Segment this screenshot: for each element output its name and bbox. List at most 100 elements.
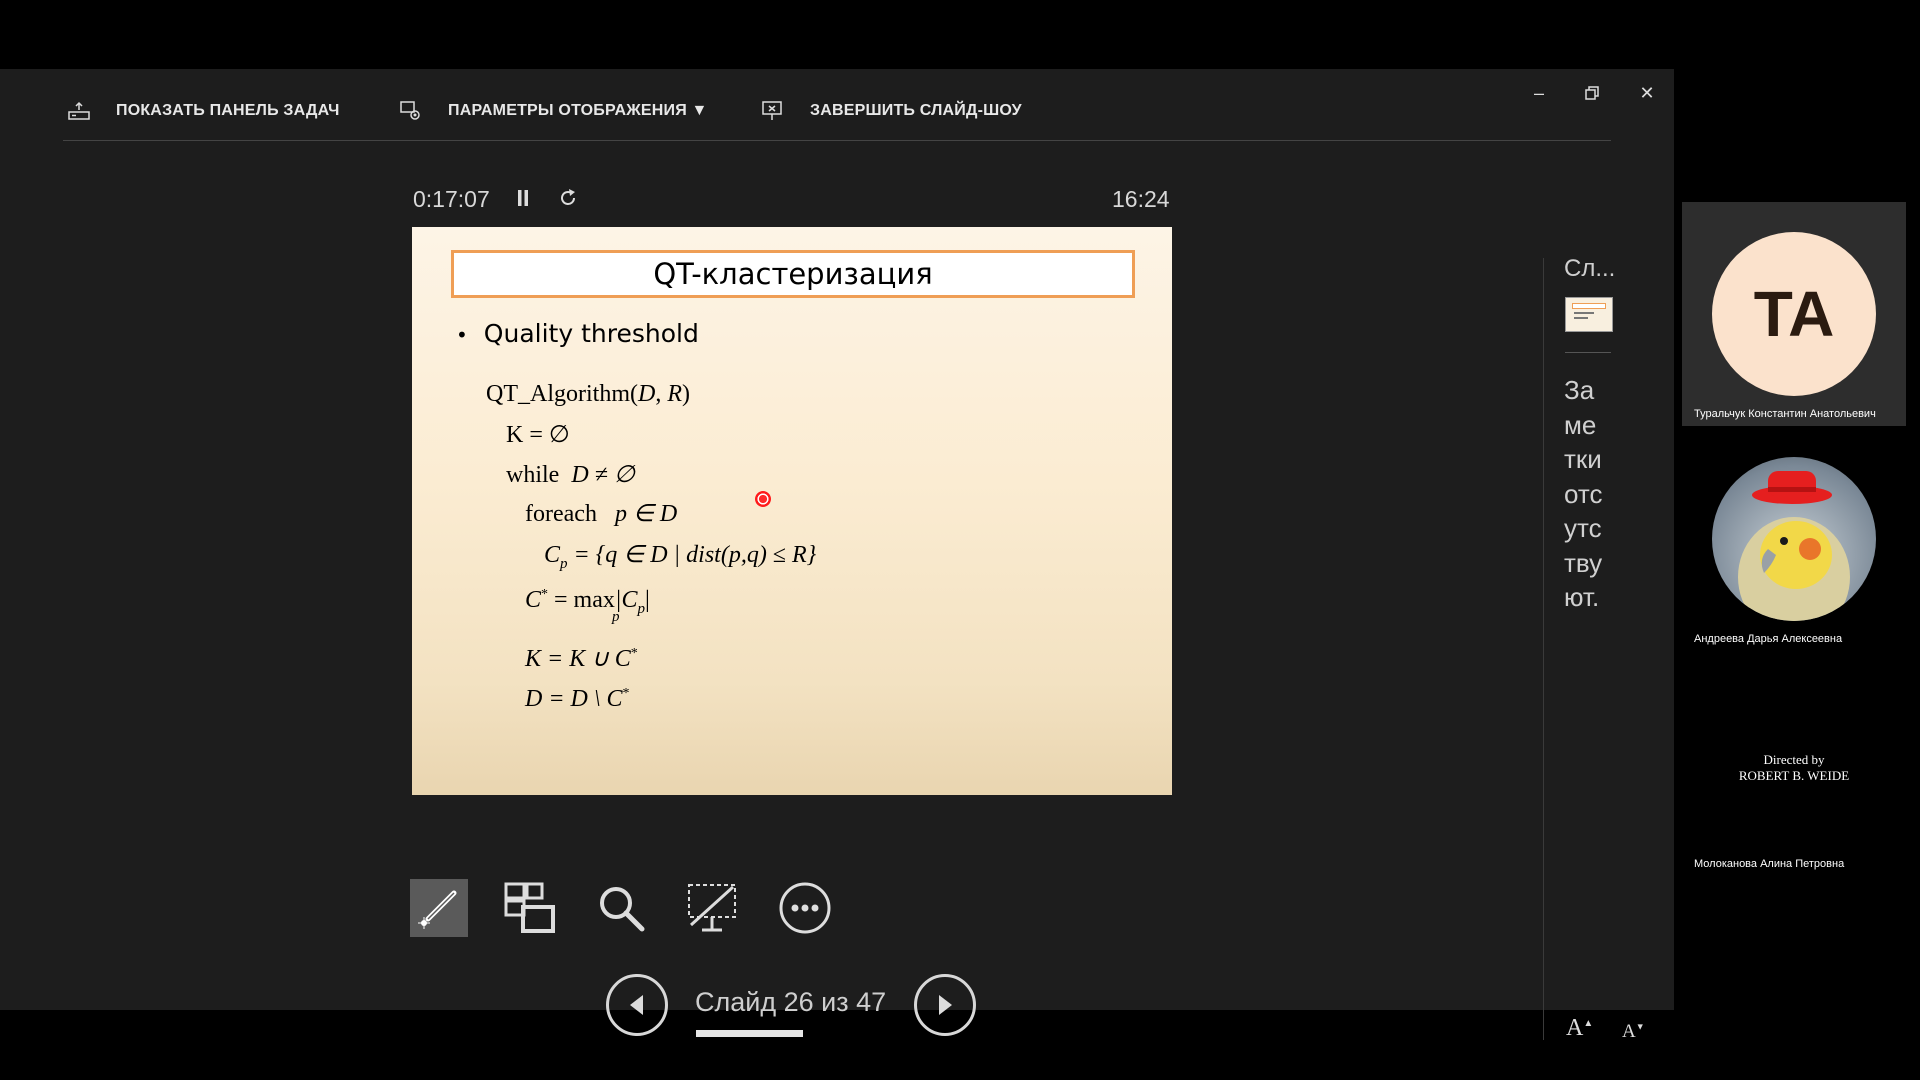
cstar-superscript: * — [541, 587, 549, 602]
see-all-slides-button[interactable] — [501, 879, 559, 937]
foreach-condition: p ∈ D — [614, 501, 678, 527]
panel-divider — [1543, 258, 1544, 1040]
current-slide: QT-кластеризация • Quality threshold QT_A… — [412, 227, 1172, 795]
participant-name: Андреева Дарья Алексеевна — [1694, 633, 1843, 645]
close-button[interactable]: ✕ — [1633, 81, 1661, 105]
max-subscript: p — [612, 609, 620, 625]
end-slideshow-button[interactable]: ЗАВЕРШИТЬ СЛАЙД-ШОУ — [762, 99, 1022, 123]
algo-param-r: R — [667, 381, 682, 407]
more-options-button[interactable] — [776, 879, 834, 937]
show-taskbar-button[interactable]: ПОКАЗАТЬ ПАНЕЛЬ ЗАДАЧ — [68, 99, 340, 123]
font-increase-icon: A▲ — [1566, 1015, 1594, 1041]
blackout-icon — [688, 884, 736, 932]
toolbar-divider — [63, 140, 1611, 141]
thumbnail-line — [1574, 317, 1588, 319]
restore-icon — [1585, 86, 1599, 100]
bullet-dot: • — [456, 323, 468, 347]
black-screen-button[interactable] — [683, 879, 741, 937]
k-union: K = K ∪ C — [525, 646, 631, 672]
pause-icon — [518, 190, 528, 206]
display-settings-label: ПАРАМЕТРЫ ОТОБРАЖЕНИЯ ▼ — [448, 102, 708, 119]
slide-counter: Слайд 26 из 47 — [695, 987, 887, 1017]
cp-definition: = {q ∈ D | dist(p,q) ≤ R} — [573, 542, 817, 568]
algo-paren: ) — [682, 381, 690, 407]
participant-tile-1[interactable]: TA Туральчук Константин Анатольевич — [1682, 202, 1906, 426]
speaker-notes: Заметки отсутствуют. — [1564, 375, 1603, 612]
show-taskbar-label: ПОКАЗАТЬ ПАНЕЛЬ ЗАДАЧ — [116, 102, 340, 119]
notes-divider — [1565, 352, 1611, 353]
algo-line-4: foreach p ∈ D — [525, 499, 677, 528]
end-slideshow-label: ЗАВЕРШИТЬ СЛАЙД-ШОУ — [810, 102, 1022, 119]
cp-symbol: C — [544, 542, 561, 568]
participant-tile-3[interactable]: Directed by ROBERT B. WEIDE Молоканова А… — [1682, 692, 1906, 916]
algo-line-1: QT_Algorithm(D, R) — [486, 381, 690, 408]
algo-param-d: D — [637, 381, 656, 407]
pen-icon — [418, 890, 457, 929]
thumbnail-line — [1574, 312, 1594, 314]
cp-subscript: p — [560, 555, 568, 572]
algo-comma: , — [655, 381, 668, 407]
increase-font-button[interactable]: A▲ — [1566, 1015, 1593, 1042]
minimize-button[interactable]: – — [1525, 81, 1553, 105]
font-decrease-icon: A▼ — [1622, 1021, 1645, 1042]
cstar-symbol: C — [525, 587, 542, 613]
thumbnail-title-bar — [1572, 303, 1606, 309]
avatar: TA — [1712, 232, 1876, 396]
while-keyword: while — [506, 462, 560, 488]
slide-progress-fill — [696, 1030, 804, 1037]
pause-timer-button[interactable] — [516, 189, 530, 212]
parrot-with-hat-picture — [1738, 471, 1850, 621]
all-slides-icon — [504, 882, 555, 933]
restart-icon — [561, 189, 575, 205]
participant-tile-2[interactable]: Андреева Дарья Алексеевна — [1682, 447, 1906, 671]
laser-pointer — [755, 491, 771, 507]
clock: 16:24 — [1112, 186, 1170, 212]
elapsed-timer: 0:17:07 — [413, 186, 490, 212]
algo-line-3: while D ≠ ∅ — [506, 460, 635, 489]
restore-button[interactable] — [1578, 81, 1606, 105]
max-operator: = max p — [554, 587, 620, 625]
abs-cp-subscript: p — [637, 600, 645, 617]
slide-bullet: • Quality threshold — [456, 319, 699, 348]
slide-title: QT-кластеризация — [451, 250, 1135, 298]
next-slide-thumbnail[interactable] — [1565, 297, 1613, 332]
more-icon — [779, 882, 831, 934]
avatar — [1712, 457, 1876, 621]
d-minus-superscript: * — [622, 686, 630, 701]
display-settings-button[interactable]: ПАРАМЕТРЫ ОТОБРАЖЕНИЯ ▼ — [400, 99, 708, 123]
algo-line-7: K = K ∪ C* — [525, 644, 638, 673]
abs-bar: | — [644, 587, 650, 613]
algo-line-5: Cp = {q ∈ D | dist(p,q) ≤ R} — [544, 540, 816, 573]
algo-line-8: D = D \ C* — [525, 686, 630, 713]
previous-slide-button[interactable] — [606, 974, 668, 1036]
arrow-left-icon — [630, 995, 643, 1015]
while-condition: D ≠ ∅ — [571, 462, 635, 488]
k-union-superscript: * — [630, 646, 638, 661]
algo-name: QT_Algorithm( — [486, 381, 638, 407]
magnifier-icon — [600, 887, 645, 932]
participant-name: Туральчук Константин Анатольевич — [1694, 408, 1876, 420]
video-credit-line-1: Directed by — [1763, 752, 1825, 767]
presenter-view-window: ПОКАЗАТЬ ПАНЕЛЬ ЗАДАЧ ПАРАМЕТРЫ ОТОБРАЖЕ… — [0, 69, 1674, 1042]
bullet-text: Quality threshold — [483, 319, 699, 348]
end-slideshow-icon — [762, 101, 782, 120]
foreach-keyword: foreach — [525, 501, 597, 527]
slide-progress-bar — [696, 1030, 886, 1037]
participant-name: Молоканова Алина Петровна — [1694, 858, 1845, 870]
arrow-right-icon — [939, 995, 952, 1015]
close-icon: ✕ — [1639, 82, 1655, 103]
next-slide-button[interactable] — [914, 974, 976, 1036]
video-credit-line-2: ROBERT B. WEIDE — [1738, 768, 1850, 783]
zoom-button[interactable] — [592, 879, 650, 937]
max-text: = max — [554, 587, 615, 613]
algo-line-2: K = ∅ — [506, 422, 570, 448]
next-slide-label: Сл... — [1564, 255, 1616, 282]
taskbar-icon — [68, 101, 90, 120]
algo-line-6: C* = max p |Cp| — [525, 587, 650, 625]
minimize-icon: – — [1533, 82, 1544, 103]
display-settings-icon — [400, 101, 420, 120]
decrease-font-button[interactable]: A▼ — [1622, 1021, 1645, 1043]
pen-laser-tool-button[interactable] — [410, 879, 468, 937]
reset-timer-button[interactable] — [557, 187, 579, 214]
d-minus: D = D \ C — [525, 686, 623, 712]
